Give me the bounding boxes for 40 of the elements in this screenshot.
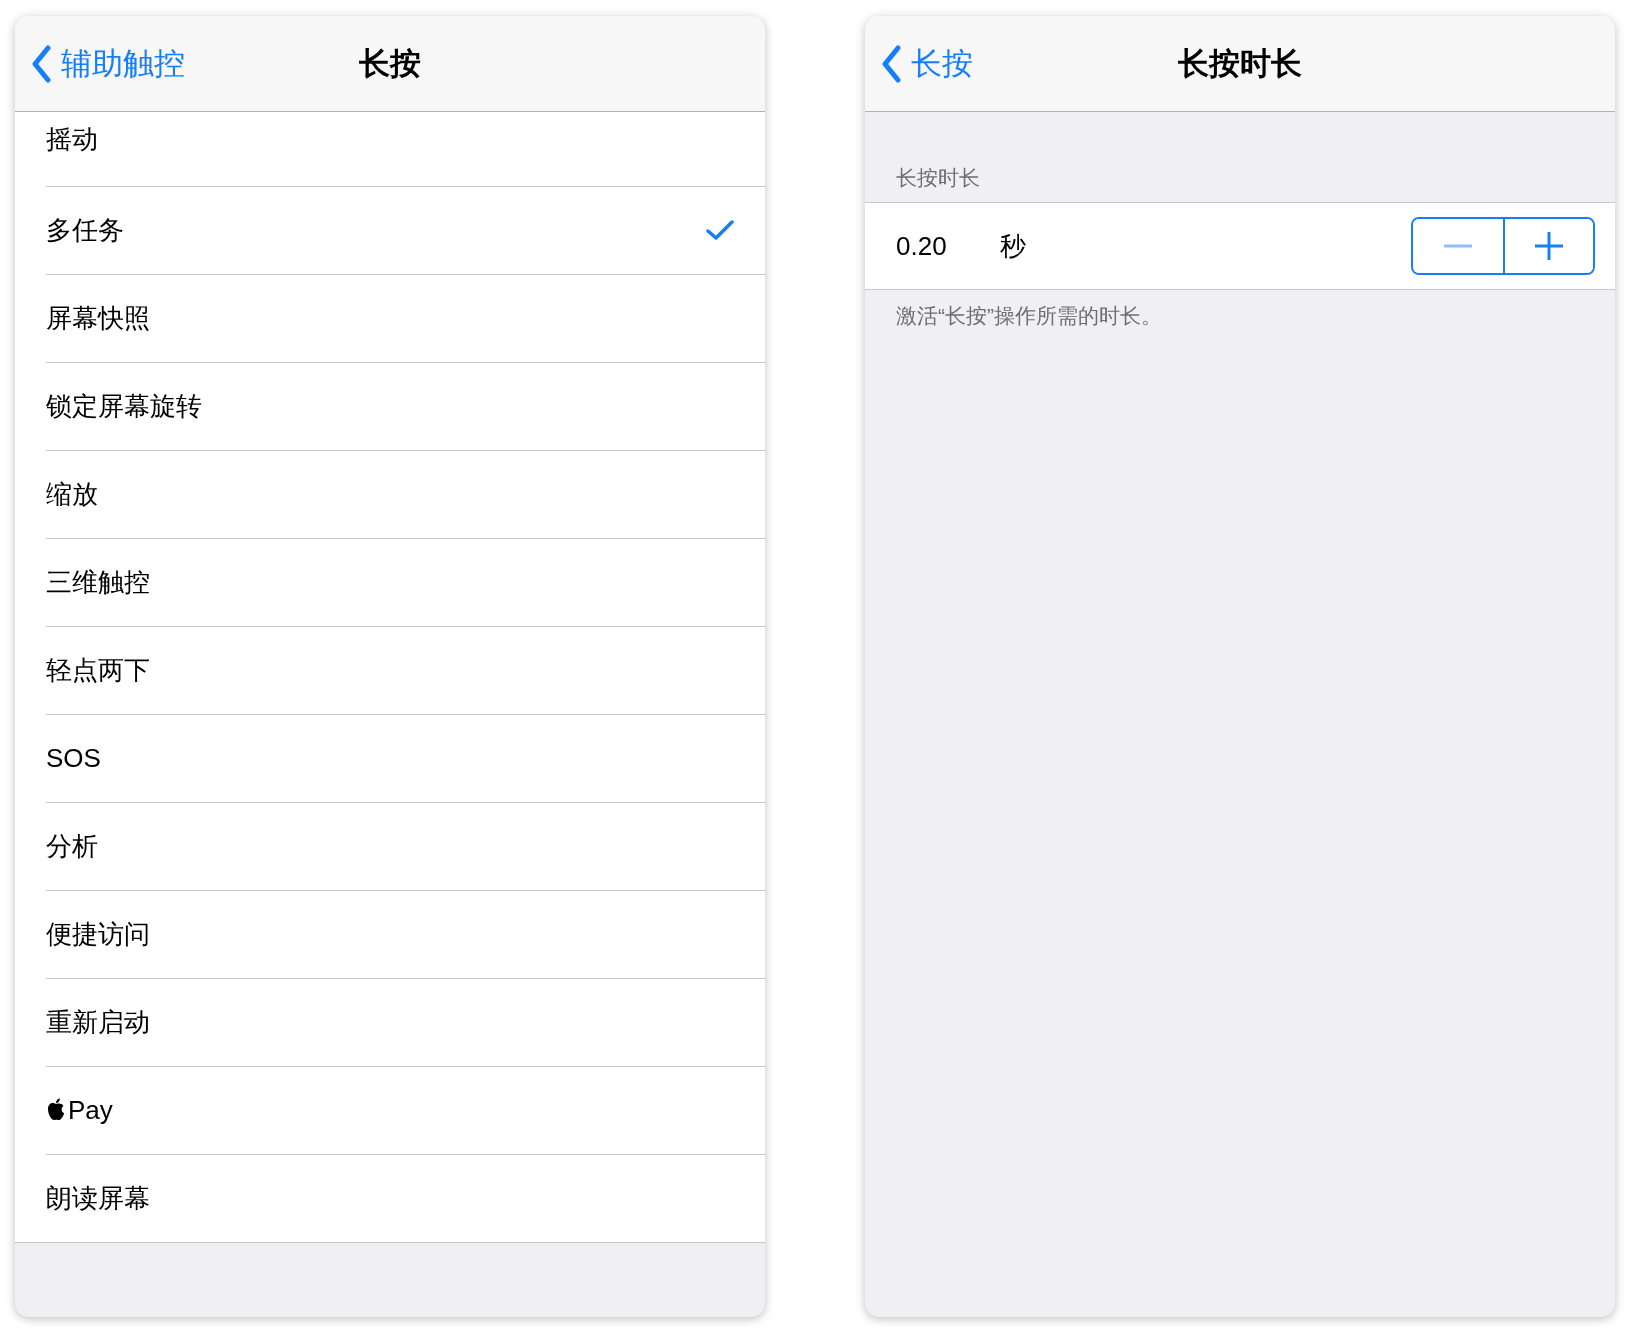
section-footer: 激活“长按”操作所需的时长。 [865, 290, 1615, 342]
unit-label: 秒 [1000, 229, 1026, 263]
option-row[interactable]: 锁定屏幕旋转 [15, 362, 765, 450]
back-button[interactable]: 长按 [865, 42, 973, 85]
chevron-left-icon [31, 44, 51, 83]
option-label: 便捷访问 [46, 917, 150, 951]
section-header: 长按时长 [895, 165, 981, 191]
option-label: 三维触控 [46, 565, 150, 599]
minus-icon [1442, 244, 1474, 248]
option-row[interactable]: 朗读屏幕 [15, 1154, 765, 1242]
option-row[interactable]: 摇动 [15, 112, 765, 186]
chevron-left-icon [881, 44, 901, 83]
option-row[interactable]: 分析 [15, 802, 765, 890]
duration-value: 0.20 [896, 230, 948, 262]
option-row[interactable]: Pay [15, 1066, 765, 1154]
option-row[interactable]: 三维触控 [15, 538, 765, 626]
option-label: 锁定屏幕旋转 [46, 389, 202, 423]
option-row[interactable]: 缩放 [15, 450, 765, 538]
plus-icon [1533, 232, 1565, 260]
navigation-title: 长按时长 [1178, 44, 1302, 83]
option-label: 缩放 [46, 477, 98, 511]
increment-button[interactable] [1503, 219, 1593, 273]
option-label: 多任务 [46, 213, 124, 247]
option-label: 朗读屏幕 [46, 1181, 150, 1215]
option-label: SOS [46, 742, 101, 774]
option-row[interactable]: 轻点两下 [15, 626, 765, 714]
apple-pay-label: Pay [46, 1094, 113, 1126]
option-row[interactable]: 多任务 [15, 186, 765, 274]
back-button[interactable]: 辅助触控 [15, 42, 185, 85]
option-row[interactable]: 屏幕快照 [15, 274, 765, 362]
option-label: 轻点两下 [46, 653, 150, 687]
option-row[interactable]: SOS [15, 714, 765, 802]
option-label: 屏幕快照 [46, 301, 150, 335]
option-label: 分析 [46, 829, 98, 863]
option-label: 摇动 [46, 123, 98, 156]
navigation-title: 长按 [359, 44, 421, 83]
option-label: 重新启动 [46, 1005, 150, 1039]
option-row[interactable]: 重新启动 [15, 978, 765, 1066]
apple-icon [46, 1098, 66, 1122]
option-row[interactable]: 便捷访问 [15, 890, 765, 978]
